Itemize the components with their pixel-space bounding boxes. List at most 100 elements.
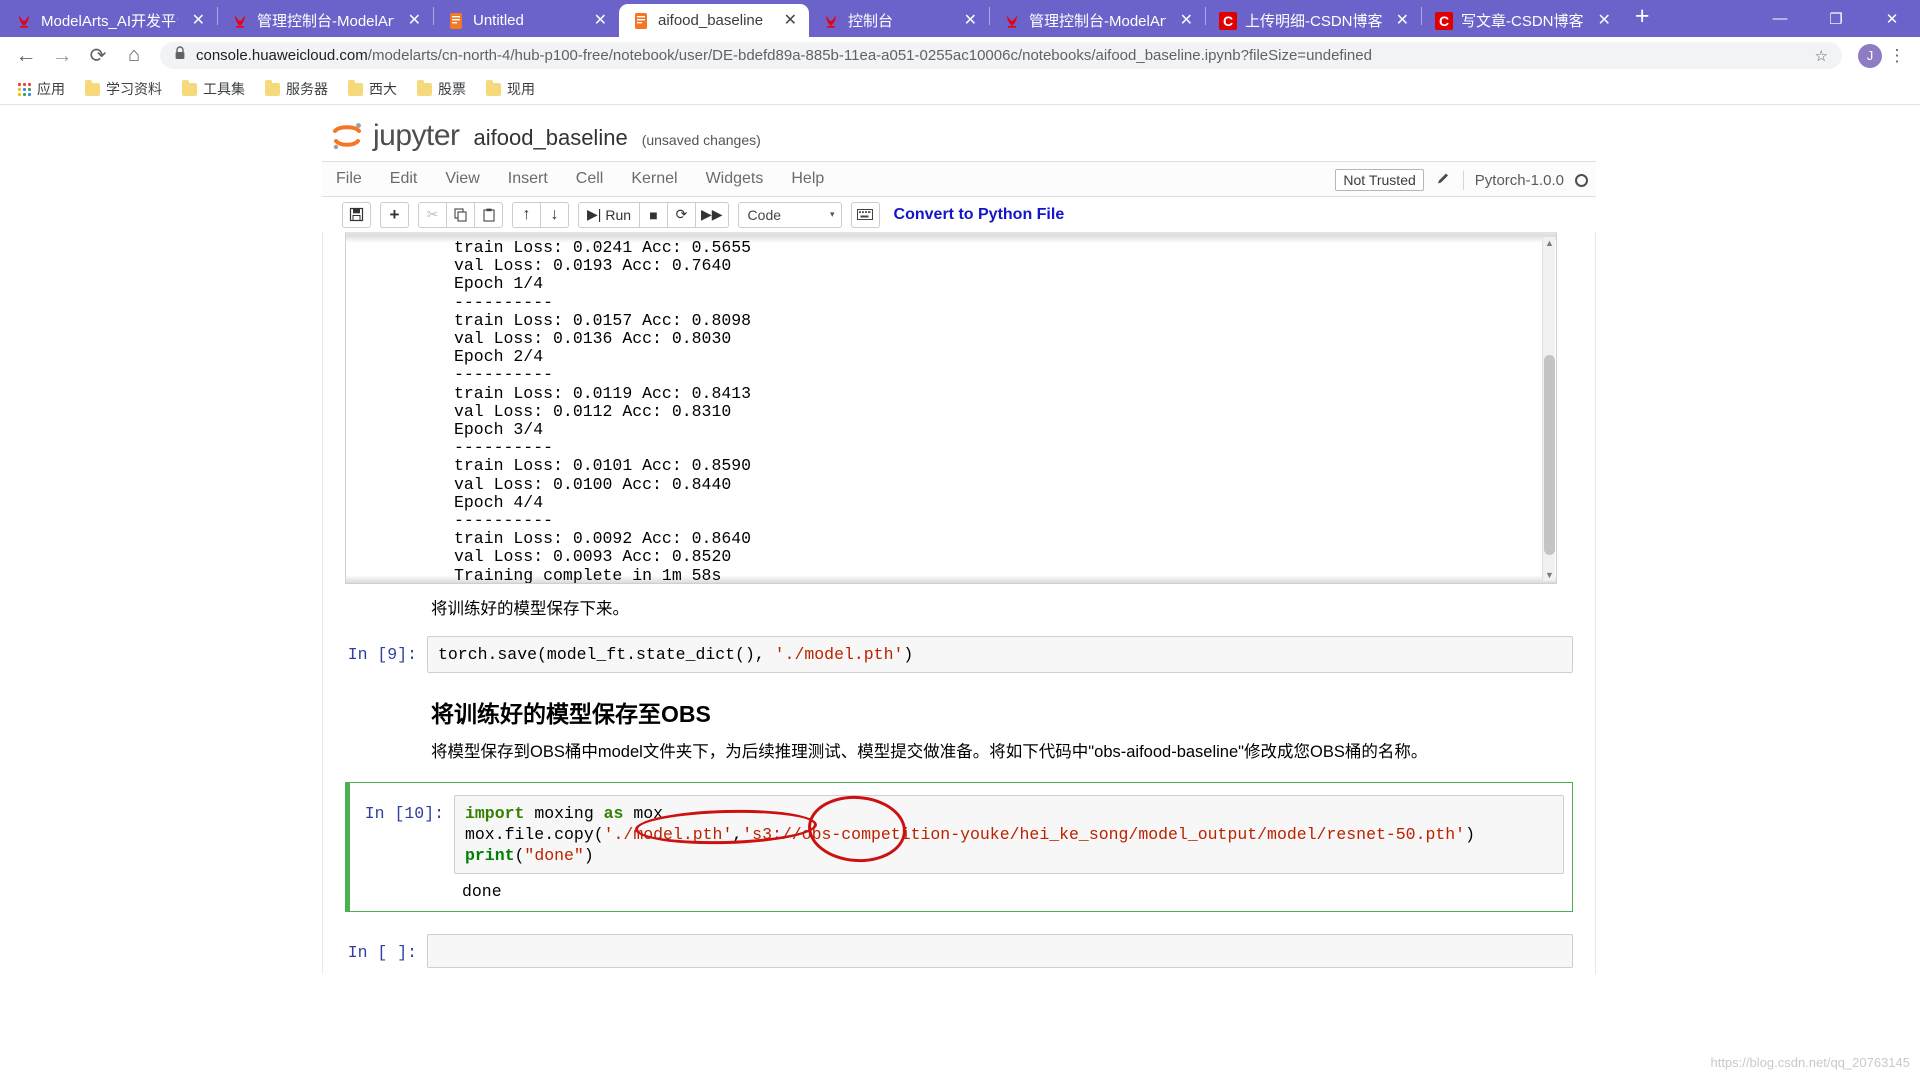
toolbar-group-edit: ✂	[418, 201, 503, 228]
code-cell-obs-selected[interactable]: In [10]: import moxing as mox mox.file.c…	[345, 781, 1573, 912]
paste-icon[interactable]	[474, 201, 503, 228]
window-controls: — ❐ ✕	[1752, 0, 1920, 37]
menu-insert[interactable]: Insert	[494, 165, 562, 193]
move-cell-up-button[interactable]: ↑	[512, 201, 541, 228]
keyboard-icon[interactable]	[850, 201, 880, 228]
notebook-title[interactable]: aifood_baseline	[474, 125, 628, 153]
code-cell-save-model[interactable]: In [9]: torch.save(model_ft.state_dict()…	[323, 630, 1595, 679]
tab-title: aifood_baseline	[658, 12, 764, 29]
cell-type-select[interactable]: Code ▾	[737, 201, 842, 228]
browser-tab-0[interactable]: ModelArts_AI开发平台 ✕	[2, 4, 217, 37]
menu-help[interactable]: Help	[777, 165, 838, 193]
scroll-down-arrow-icon[interactable]: ▼	[1545, 570, 1554, 580]
forward-icon[interactable]: →	[44, 40, 80, 72]
close-icon[interactable]: ✕	[402, 12, 427, 29]
url-path: /modelarts/cn-north-4/hub-p100-free/note…	[367, 47, 1372, 64]
browser-tab-2[interactable]: Untitled ✕	[434, 4, 619, 37]
scissors-icon[interactable]: ✂	[418, 201, 447, 228]
browser-tab-3-active[interactable]: aifood_baseline ✕	[619, 4, 809, 37]
fast-forward-icon[interactable]: ▶▶	[695, 201, 729, 228]
address-bar-url: console.huaweicloud.com/modelarts/cn-nor…	[196, 47, 1372, 64]
bookmark-item-3[interactable]: 服务器	[257, 76, 336, 102]
copy-icon[interactable]	[446, 201, 475, 228]
markdown-heading-obs[interactable]: 将训练好的模型保存至OBS	[323, 679, 1595, 739]
code-editor[interactable]: torch.save(model_ft.state_dict(), './mod…	[427, 636, 1573, 674]
address-bar[interactable]: console.huaweicloud.com/modelarts/cn-nor…	[160, 42, 1842, 69]
output-scrollbar[interactable]: ▲ ▼	[1542, 237, 1555, 581]
scroll-up-arrow-icon[interactable]: ▲	[1545, 238, 1554, 248]
tab-title: 控制台	[848, 13, 894, 30]
close-icon[interactable]: ✕	[186, 12, 211, 29]
bookmark-item-4[interactable]: 西大	[340, 76, 405, 102]
stop-square-icon[interactable]: ■	[639, 201, 668, 228]
browser-menu-icon[interactable]: ⋮	[1882, 46, 1912, 66]
browser-tab-6[interactable]: C 上传明细-CSDN博客 ✕	[1206, 4, 1421, 37]
code-editor[interactable]: import moxing as mox mox.file.copy('./mo…	[454, 794, 1564, 874]
code-string-s3-path: 's3://obs-competition-youke/hei_ke_song/…	[742, 824, 1466, 844]
code-paren: )	[1465, 824, 1475, 844]
browser-tab-5[interactable]: 管理控制台-ModelArts ✕	[990, 4, 1205, 37]
folder-icon	[85, 79, 100, 96]
move-cell-down-button[interactable]: ↓	[540, 201, 569, 228]
trust-status-badge[interactable]: Not Trusted	[1335, 169, 1424, 191]
close-window-icon[interactable]: ✕	[1864, 0, 1920, 37]
menu-edit[interactable]: Edit	[376, 165, 432, 193]
insert-cell-below-button[interactable]: +	[380, 201, 409, 228]
close-icon[interactable]: ✕	[958, 12, 983, 29]
markdown-save-note[interactable]: 将训练好的模型保存下来。	[323, 584, 1595, 630]
close-icon[interactable]: ✕	[778, 12, 803, 29]
home-icon[interactable]: ⌂	[116, 40, 152, 72]
browser-tab-7[interactable]: C 写文章-CSDN博客 ✕	[1422, 4, 1623, 37]
pencil-icon[interactable]	[1435, 170, 1452, 191]
menu-widgets[interactable]: Widgets	[692, 165, 778, 193]
close-icon[interactable]: ✕	[1390, 12, 1415, 29]
bookmark-star-icon[interactable]: ☆	[1815, 47, 1828, 65]
close-icon[interactable]: ✕	[1592, 12, 1617, 29]
avatar[interactable]: J	[1858, 43, 1882, 68]
code-editor-empty[interactable]	[427, 933, 1573, 968]
menubar: File Edit View Insert Cell Kernel Widget…	[322, 161, 1596, 197]
reload-icon[interactable]: ⟳	[80, 40, 116, 72]
cell-output-scrolled[interactable]: train Loss: 0.0241 Acc: 0.5655 val Loss:…	[345, 232, 1557, 584]
bookmark-item-6[interactable]: 现用	[478, 76, 543, 102]
kernel-name-label: Pytorch-1.0.0	[1474, 171, 1564, 189]
markdown-obs-note[interactable]: 将模型保存到OBS桶中model文件夹下，为后续推理测试、模型提交做准备。将如下…	[323, 739, 1595, 773]
scrollbar-thumb[interactable]	[1544, 355, 1555, 555]
menu-cell[interactable]: Cell	[562, 165, 618, 193]
code-text: torch.save(model_ft.state_dict(),	[438, 645, 775, 665]
cell-prompt: In [9]:	[347, 645, 417, 665]
jupyter-logo[interactable]: jupyter	[330, 119, 460, 153]
code-keyword-import: import	[465, 803, 525, 823]
maximize-icon[interactable]: ❐	[1808, 0, 1864, 37]
kernel-idle-circle-icon[interactable]	[1575, 173, 1588, 187]
menu-file[interactable]: File	[322, 165, 376, 193]
browser-tab-1[interactable]: 管理控制台-ModelArts ✕	[218, 4, 433, 37]
close-icon[interactable]: ✕	[1174, 12, 1199, 29]
convert-to-python-file-button[interactable]: Convert to Python File	[894, 206, 1065, 224]
jupyter-planet-icon	[333, 123, 361, 150]
save-icon[interactable]	[342, 201, 371, 228]
menubar-right-controls: Not Trusted Pytorch-1.0.0	[1335, 162, 1588, 198]
toolbar-group-insert: +	[380, 201, 409, 228]
new-tab-button[interactable]: +	[1623, 4, 1662, 37]
back-icon[interactable]: ←	[8, 40, 44, 72]
browser-tab-4[interactable]: 控制台 ✕	[809, 4, 989, 37]
minimize-icon[interactable]: —	[1752, 0, 1808, 37]
bookmark-item-2[interactable]: 工具集	[174, 76, 253, 102]
bookmark-apps[interactable]: 应用	[10, 76, 73, 102]
code-cell-empty[interactable]: In [ ]:	[323, 916, 1595, 974]
bookmark-label: 股票	[438, 81, 466, 97]
divider	[1462, 170, 1464, 190]
bookmark-item-5[interactable]: 股票	[409, 76, 474, 102]
browser-tabstrip: ModelArts_AI开发平台 ✕ 管理控制台-ModelArts ✕ Unt…	[0, 0, 1920, 37]
bookmark-item-1[interactable]: 学习资料	[77, 76, 170, 102]
chevron-down-icon: ▾	[830, 209, 835, 219]
run-cell-button[interactable]: ▶| Run	[578, 201, 640, 228]
browser-window: ModelArts_AI开发平台 ✕ 管理控制台-ModelArts ✕ Unt…	[0, 0, 1920, 1078]
url-domain: console.huaweicloud.com	[196, 47, 368, 64]
restart-icon[interactable]: ⟳	[667, 201, 696, 228]
code-cell-obs-input-row[interactable]: In [10]: import moxing as mox mox.file.c…	[350, 789, 1572, 874]
menu-kernel[interactable]: Kernel	[617, 165, 691, 193]
menu-view[interactable]: View	[431, 165, 493, 193]
close-icon[interactable]: ✕	[588, 12, 613, 29]
